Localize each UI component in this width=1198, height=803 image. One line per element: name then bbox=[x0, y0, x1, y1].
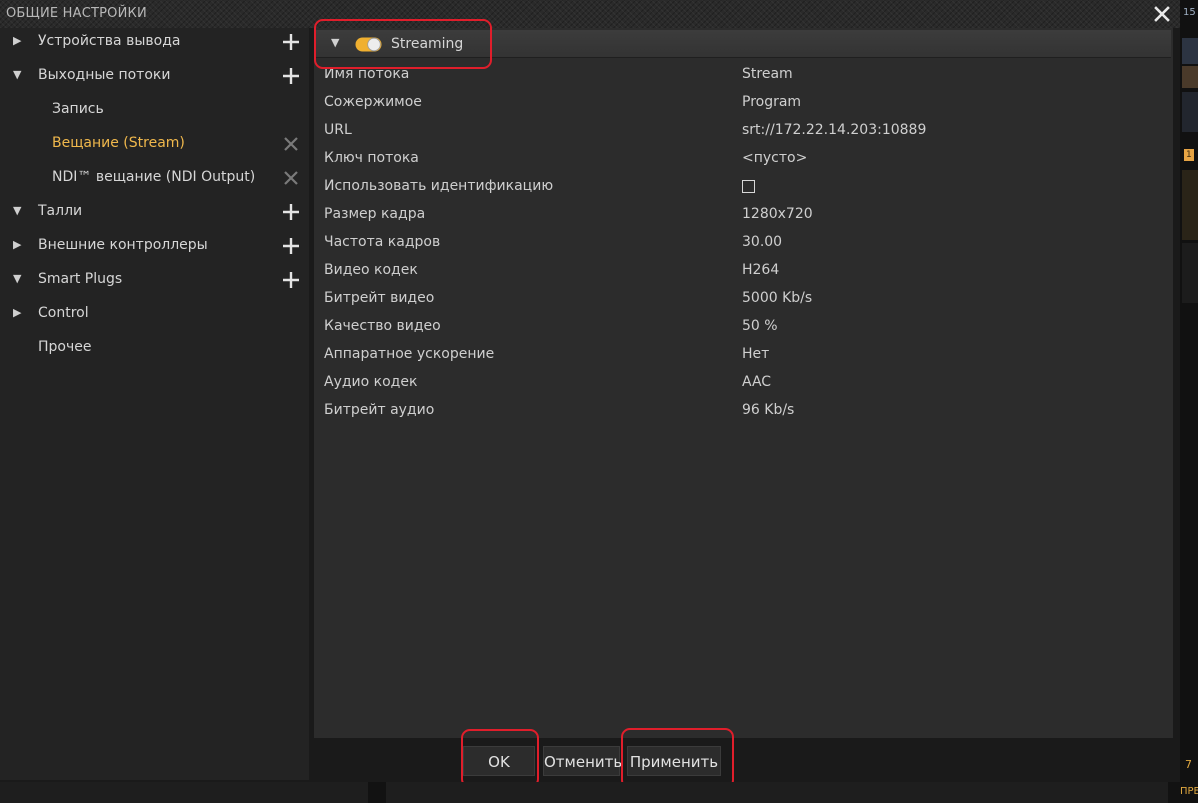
add-icon[interactable] bbox=[281, 202, 301, 222]
thumbnail bbox=[1182, 66, 1198, 88]
toggle-icon[interactable] bbox=[355, 37, 382, 52]
property-key: Имя потока bbox=[324, 66, 410, 82]
auth-checkbox[interactable] bbox=[742, 180, 755, 193]
tree-item[interactable]: ▶ Устройства вывода bbox=[0, 28, 309, 56]
property-value[interactable]: srt://172.22.14.203:10889 bbox=[742, 122, 926, 138]
property-row[interactable]: Размер кадра 1280x720 bbox=[314, 206, 1171, 234]
collapse-arrow-icon[interactable]: ▼ bbox=[13, 272, 21, 285]
property-key: URL bbox=[324, 122, 352, 138]
property-value[interactable]: 30.00 bbox=[742, 234, 782, 250]
thumbnail bbox=[1182, 170, 1198, 240]
property-value[interactable]: 1280x720 bbox=[742, 206, 813, 222]
cancel-button[interactable]: Отменить bbox=[543, 746, 622, 776]
tree-item[interactable]: Вещание (Stream) bbox=[0, 130, 309, 158]
property-row[interactable]: URL srt://172.22.14.203:10889 bbox=[314, 122, 1171, 150]
property-key: Качество видео bbox=[324, 318, 441, 334]
tree-item-label: Талли bbox=[38, 203, 83, 219]
property-key: Ключ потока bbox=[324, 150, 419, 166]
tree-item[interactable]: ▼ Smart Plugs bbox=[0, 266, 309, 294]
group-name: Streaming bbox=[391, 36, 464, 52]
apply-button[interactable]: Применить bbox=[627, 746, 721, 776]
tree-item-label: Запись bbox=[52, 101, 104, 117]
tree-item-label: Control bbox=[38, 305, 89, 321]
property-row[interactable]: Использовать идентификацию bbox=[314, 178, 1171, 206]
property-row[interactable]: Ключ потока <пусто> bbox=[314, 150, 1171, 178]
property-value[interactable]: Нет bbox=[742, 346, 769, 362]
collapse-arrow-icon[interactable]: ▼ bbox=[13, 68, 21, 81]
property-key: Видео кодек bbox=[324, 262, 418, 278]
property-key: Битрейт аудио bbox=[324, 402, 435, 418]
tree-item[interactable]: Запись bbox=[0, 96, 309, 124]
properties-panel: ▼ Streaming Имя потока Stream Сожержимое Pr… bbox=[314, 28, 1173, 738]
property-row[interactable]: Имя потока Stream bbox=[314, 66, 1171, 94]
tree-item-label: Прочее bbox=[38, 339, 92, 355]
property-row[interactable]: Аппаратное ускорение Нет bbox=[314, 346, 1171, 374]
property-row[interactable]: Качество видео 50 % bbox=[314, 318, 1171, 346]
tree-item[interactable]: NDI™ вещание (NDI Output) bbox=[0, 164, 309, 192]
remove-icon[interactable] bbox=[281, 134, 301, 154]
property-value[interactable]: AAC bbox=[742, 374, 771, 390]
property-row[interactable]: Битрейт видео 5000 Kb/s bbox=[314, 290, 1171, 318]
title-bar: ОБЩИЕ НАСТРОЙКИ bbox=[0, 0, 1180, 28]
property-value[interactable]: 5000 Kb/s bbox=[742, 290, 812, 306]
side-top-text: 15 bbox=[1183, 7, 1196, 18]
property-value[interactable]: 96 Kb/s bbox=[742, 402, 794, 418]
expand-arrow-icon[interactable]: ▶ bbox=[13, 306, 21, 319]
property-row[interactable]: Частота кадров 30.00 bbox=[314, 234, 1171, 262]
tree-item-label: Smart Plugs bbox=[38, 271, 123, 287]
property-key: Битрейт видео bbox=[324, 290, 435, 306]
add-icon[interactable] bbox=[281, 236, 301, 256]
add-icon[interactable] bbox=[281, 32, 301, 52]
property-value[interactable]: Stream bbox=[742, 66, 793, 82]
tree-item-label: Выходные потоки bbox=[38, 67, 171, 83]
property-key: Использовать идентификацию bbox=[324, 178, 554, 194]
property-value[interactable]: <пусто> bbox=[742, 150, 807, 166]
property-row[interactable]: Сожержимое Program bbox=[314, 94, 1171, 122]
collapse-arrow-icon[interactable]: ▼ bbox=[13, 204, 21, 217]
thumbnail bbox=[1182, 38, 1198, 64]
property-row[interactable]: Битрейт аудио 96 Kb/s bbox=[314, 402, 1171, 430]
add-icon[interactable] bbox=[281, 270, 301, 290]
ok-button[interactable]: OK bbox=[463, 746, 535, 776]
side-badge: 1 bbox=[1184, 149, 1194, 161]
expand-arrow-icon[interactable]: ▼ bbox=[331, 36, 339, 49]
thumbnail bbox=[1182, 92, 1198, 132]
group-header-streaming[interactable]: ▼ Streaming bbox=[314, 30, 1171, 58]
property-key: Частота кадров bbox=[324, 234, 441, 250]
tree-item-label: Внешние контроллеры bbox=[38, 237, 208, 253]
expand-arrow-icon[interactable]: ▶ bbox=[13, 238, 21, 251]
tree-item-label: Устройства вывода bbox=[38, 33, 181, 49]
tree-item[interactable]: ▼ Выходные потоки bbox=[0, 62, 309, 90]
side-bottom-text-2: ПРЕ bbox=[1180, 786, 1198, 797]
add-icon[interactable] bbox=[281, 66, 301, 86]
side-bottom-text: 7 bbox=[1185, 758, 1192, 771]
expand-arrow-icon[interactable]: ▶ bbox=[13, 34, 21, 47]
property-value[interactable]: 50 % bbox=[742, 318, 778, 334]
tree-item-label: NDI™ вещание (NDI Output) bbox=[52, 169, 256, 185]
tree-item-label: Вещание (Stream) bbox=[52, 135, 185, 151]
settings-tree: ▶ Устройства вывода ▼ Выходные потоки Запись… bbox=[0, 28, 309, 780]
property-row[interactable]: Видео кодек H264 bbox=[314, 262, 1171, 290]
property-row[interactable]: Аудио кодек AAC bbox=[314, 374, 1171, 402]
close-icon[interactable] bbox=[1153, 5, 1171, 23]
property-key: Размер кадра bbox=[324, 206, 426, 222]
property-key: Сожержимое bbox=[324, 94, 422, 110]
window-title: ОБЩИЕ НАСТРОЙКИ bbox=[6, 6, 147, 21]
property-key: Аппаратное ускорение bbox=[324, 346, 495, 362]
remove-icon[interactable] bbox=[281, 168, 301, 188]
tree-item[interactable]: ▶ Внешние контроллеры bbox=[0, 232, 309, 260]
tree-item[interactable]: ▼ Талли bbox=[0, 198, 309, 226]
tree-item[interactable]: ▶ Control bbox=[0, 300, 309, 328]
thumbnail bbox=[1182, 243, 1198, 303]
property-value[interactable]: H264 bbox=[742, 262, 779, 278]
tree-item[interactable]: Прочее bbox=[0, 334, 309, 362]
background-app-bottom bbox=[0, 782, 1180, 803]
property-value[interactable]: Program bbox=[742, 94, 801, 110]
property-key: Аудио кодек bbox=[324, 374, 418, 390]
